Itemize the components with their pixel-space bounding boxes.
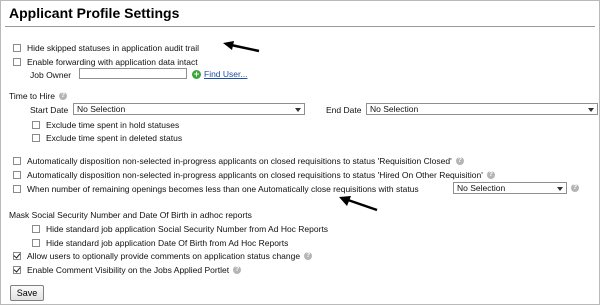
auto-disposition-hired-checkbox[interactable] (13, 171, 21, 179)
start-date-select[interactable]: No Selection (73, 103, 305, 115)
start-date-value: No Selection (77, 104, 126, 114)
comment-visibility-checkbox[interactable] (13, 266, 21, 274)
end-date-label: End Date (326, 105, 362, 115)
time-to-hire-label: Time to Hire (9, 91, 55, 101)
start-date-label: Start Date (30, 105, 69, 115)
allow-comments-row: Allow users to optionally provide commen… (13, 250, 313, 262)
auto-disposition-closed-row: Automatically disposition non-selected i… (13, 155, 464, 167)
page-title: Applicant Profile Settings (9, 5, 180, 21)
auto-disposition-hired-row: Automatically disposition non-selected i… (13, 169, 495, 181)
settings-panel: Applicant Profile Settings Hide skipped … (0, 0, 600, 305)
annotation-arrow-icon (339, 196, 378, 212)
hide-skipped-row: Hide skipped statuses in application aud… (13, 42, 199, 54)
exclude-deleted-label: Exclude time spent in deleted status (46, 133, 183, 143)
auto-close-checkbox[interactable] (13, 185, 21, 193)
exclude-hold-row: Exclude time spent in hold statuses (32, 119, 179, 131)
job-owner-input[interactable] (79, 68, 187, 79)
auto-close-row: When number of remaining openings become… (13, 183, 419, 195)
enable-forwarding-checkbox[interactable] (13, 58, 21, 66)
chevron-down-icon (295, 108, 301, 112)
help-icon[interactable]: ? (455, 157, 464, 165)
auto-close-label: When number of remaining openings become… (27, 184, 419, 194)
hide-skipped-label: Hide skipped statuses in application aud… (27, 43, 199, 53)
chevron-down-icon (557, 187, 563, 191)
auto-close-status-value: No Selection (457, 183, 506, 193)
exclude-hold-label: Exclude time spent in hold statuses (46, 120, 180, 130)
hide-ssn-label: Hide standard job application Social Sec… (46, 224, 329, 234)
enable-forwarding-label: Enable forwarding with application data … (27, 57, 198, 67)
end-date-value: No Selection (370, 104, 419, 114)
allow-comments-label: Allow users to optionally provide commen… (27, 251, 301, 261)
help-icon[interactable]: ? (304, 252, 313, 260)
find-user-link[interactable]: + Find User... (192, 69, 247, 79)
auto-disposition-closed-checkbox[interactable] (13, 157, 21, 165)
end-date-select[interactable]: No Selection (366, 103, 598, 115)
exclude-hold-checkbox[interactable] (32, 121, 40, 129)
help-icon[interactable]: ? (58, 92, 67, 100)
job-owner-label: Job Owner (30, 70, 72, 80)
exclude-deleted-row: Exclude time spent in deleted status (32, 132, 182, 144)
help-icon[interactable]: ? (486, 171, 495, 179)
annotation-arrow-icon (223, 41, 260, 53)
hide-skipped-checkbox[interactable] (13, 44, 21, 52)
allow-comments-checkbox[interactable] (13, 252, 21, 260)
enable-forwarding-row: Enable forwarding with application data … (13, 56, 198, 68)
auto-disposition-hired-label: Automatically disposition non-selected i… (27, 170, 483, 180)
chevron-down-icon (588, 108, 594, 112)
hide-ssn-checkbox[interactable] (32, 225, 40, 233)
auto-disposition-closed-label: Automatically disposition non-selected i… (27, 156, 452, 166)
auto-close-status-select[interactable]: No Selection (453, 182, 567, 194)
hide-dob-label: Hide standard job application Date Of Bi… (46, 238, 289, 248)
find-user-label: Find User... (204, 69, 248, 79)
exclude-deleted-checkbox[interactable] (32, 134, 40, 142)
hide-dob-checkbox[interactable] (32, 239, 40, 247)
mask-ssn-heading: Mask Social Security Number and Date Of … (9, 210, 252, 220)
comment-visibility-label: Enable Comment Visibility on the Jobs Ap… (27, 265, 230, 275)
hide-dob-row: Hide standard job application Date Of Bi… (32, 237, 288, 249)
time-to-hire-heading: Time to Hire ? (9, 90, 67, 102)
help-icon[interactable]: ? (571, 184, 579, 192)
add-user-icon: + (192, 68, 201, 79)
help-icon[interactable]: ? (233, 266, 242, 274)
save-button[interactable]: Save (10, 285, 44, 301)
title-divider (5, 26, 595, 27)
hide-ssn-row: Hide standard job application Social Sec… (32, 223, 328, 235)
comment-visibility-row: Enable Comment Visibility on the Jobs Ap… (13, 264, 242, 276)
